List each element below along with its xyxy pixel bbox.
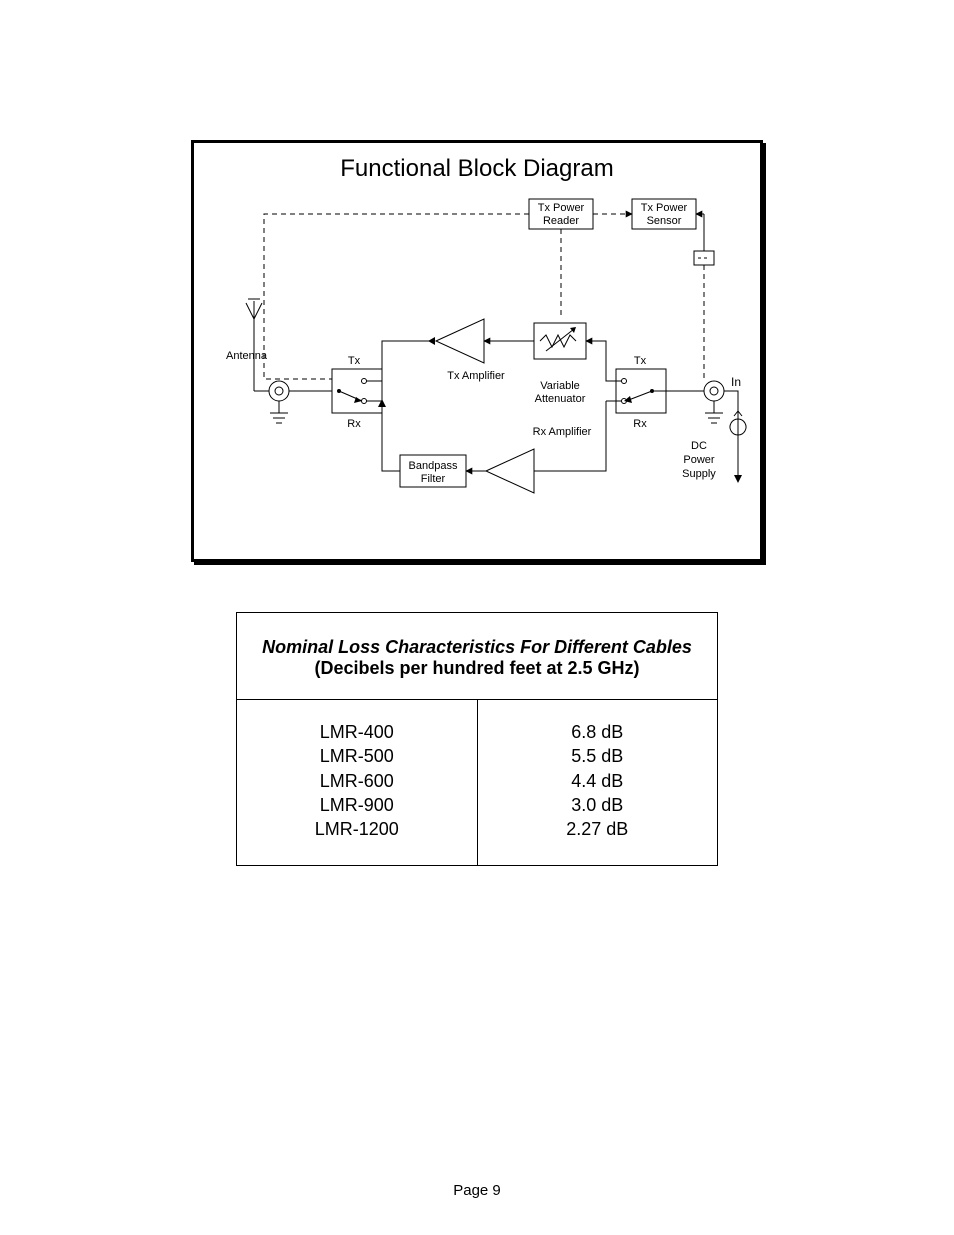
table-cell: LMR-400 bbox=[247, 720, 467, 744]
table-cell: 2.27 dB bbox=[488, 817, 708, 841]
antenna-icon bbox=[246, 299, 262, 336]
dc-label-1: DC bbox=[691, 440, 707, 452]
in-port-icon bbox=[704, 381, 724, 423]
table-body: LMR-400 LMR-500 LMR-600 LMR-900 LMR-1200… bbox=[237, 700, 717, 865]
tx-power-sensor-label-1: Tx Power bbox=[641, 202, 688, 214]
dc-power-supply-icon bbox=[724, 391, 746, 483]
table-column-cable: LMR-400 LMR-500 LMR-600 LMR-900 LMR-1200 bbox=[237, 700, 478, 865]
variable-attenuator-icon bbox=[534, 323, 586, 359]
right-switch-icon bbox=[606, 369, 704, 413]
rx-amplifier-label: Rx Amplifier bbox=[533, 426, 592, 438]
left-rx-label: Rx bbox=[347, 418, 361, 430]
tx-power-sensor-label-2: Sensor bbox=[647, 215, 682, 227]
antenna-label: Antenna bbox=[226, 350, 268, 362]
variable-attenuator-label-1: Variable bbox=[540, 380, 580, 392]
diagram-title: Functional Block Diagram bbox=[204, 155, 750, 183]
block-diagram-figure: Functional Block Diagram Tx Power Reader… bbox=[191, 140, 763, 562]
dc-label-3: Supply bbox=[682, 468, 716, 480]
table-cell: 3.0 dB bbox=[488, 793, 708, 817]
rx-amplifier-icon bbox=[486, 449, 534, 493]
block-diagram-svg: Tx Power Reader Tx Power Sensor bbox=[204, 191, 750, 541]
table-cell: 6.8 dB bbox=[488, 720, 708, 744]
bandpass-label-2: Filter bbox=[421, 473, 446, 485]
document-page: Functional Block Diagram Tx Power Reader… bbox=[0, 0, 954, 1235]
left-tx-label: Tx bbox=[348, 355, 361, 367]
table-cell: LMR-1200 bbox=[247, 817, 467, 841]
table-cell: LMR-500 bbox=[247, 744, 467, 768]
tx-amplifier-icon bbox=[436, 319, 484, 363]
left-switch-icon bbox=[289, 369, 382, 413]
bandpass-label-1: Bandpass bbox=[409, 460, 458, 472]
tx-power-reader-label-2: Reader bbox=[543, 215, 579, 227]
table-column-loss: 6.8 dB 5.5 dB 4.4 dB 3.0 dB 2.27 dB bbox=[478, 700, 718, 865]
table-header: Nominal Loss Characteristics For Differe… bbox=[237, 613, 717, 700]
tx-power-reader-box: Tx Power Reader bbox=[529, 199, 593, 229]
table-title-line1: Nominal Loss Characteristics For Differe… bbox=[247, 637, 707, 658]
tx-power-sensor-box: Tx Power Sensor bbox=[632, 199, 696, 229]
table-cell: 5.5 dB bbox=[488, 744, 708, 768]
right-tx-label: Tx bbox=[634, 355, 647, 367]
table-cell: LMR-900 bbox=[247, 793, 467, 817]
dc-label-2: Power bbox=[683, 454, 715, 466]
tx-amplifier-label: Tx Amplifier bbox=[447, 370, 505, 382]
page-number: Page 9 bbox=[0, 1182, 954, 1199]
right-rx-label: Rx bbox=[633, 418, 647, 430]
table-title-line2: (Decibels per hundred feet at 2.5 GHz) bbox=[247, 658, 707, 679]
table-cell: LMR-600 bbox=[247, 769, 467, 793]
variable-attenuator-label-2: Attenuator bbox=[535, 393, 586, 405]
table-cell: 4.4 dB bbox=[488, 769, 708, 793]
bandpass-filter-box: Bandpass Filter bbox=[400, 455, 466, 487]
loss-characteristics-table: Nominal Loss Characteristics For Differe… bbox=[236, 612, 718, 866]
tx-power-reader-label-1: Tx Power bbox=[538, 202, 585, 214]
in-label: In bbox=[731, 375, 741, 389]
